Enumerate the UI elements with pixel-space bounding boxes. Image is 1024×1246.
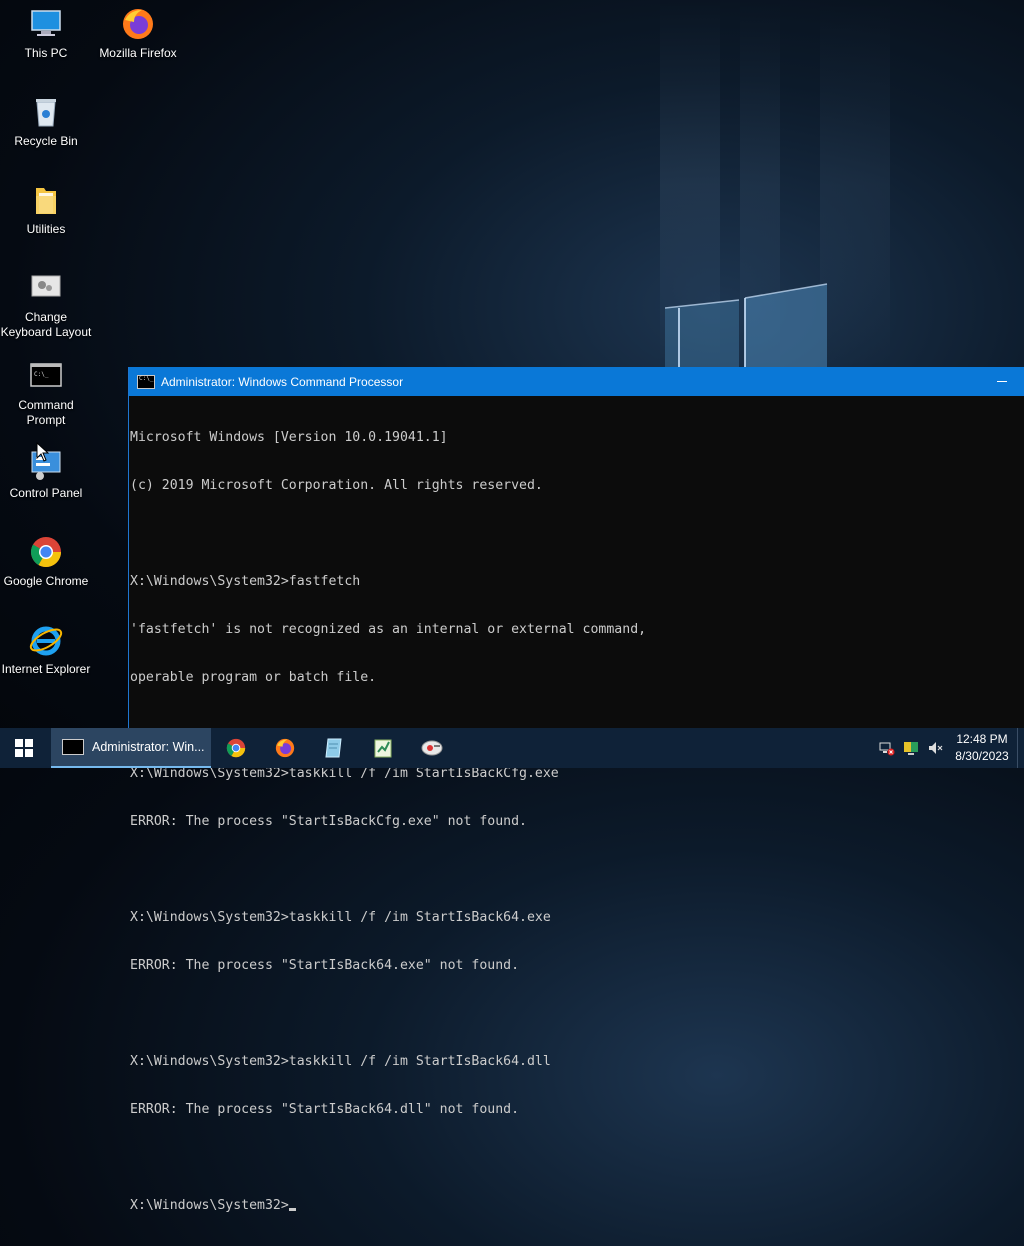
computer-icon [28,6,64,42]
chrome-icon [226,738,245,758]
taskbar-pin-firefox[interactable] [260,728,309,768]
desktop-icon-label: Command Prompt [18,398,74,427]
command-prompt-line[interactable]: X:\Windows\System32> [130,1198,1024,1214]
desktop-icon-label: Mozilla Firefox [99,46,177,60]
chrome-icon [28,534,64,570]
taskbar-item-command-prompt[interactable]: Administrator: Win... [51,728,211,768]
windows-logo-wallpaper [665,283,828,370]
desktop-icon-keyboard-layout[interactable]: Change Keyboard Layout [0,270,92,340]
tray-volume[interactable] [923,728,947,768]
text-cursor [288,1208,296,1211]
taskbar-pin-tool[interactable] [407,728,456,768]
system-tray: 12:48 PM 8/30/2023 [875,728,1024,768]
desktop-icon-this-pc[interactable]: This PC [0,6,92,61]
tray-network[interactable] [875,728,899,768]
firefox-icon [120,6,156,42]
desktop-icon-label: Control Panel [9,486,83,500]
keyboard-settings-icon [28,270,64,306]
clock-time: 12:48 PM [956,732,1008,746]
svg-text:C:\_: C:\_ [34,371,49,378]
desktop-icon-firefox[interactable]: Mozilla Firefox [92,6,184,61]
taskbar-item-label: Administrator: Win... [92,740,205,754]
desktop-icon-label: Recycle Bin [14,134,78,148]
recycle-bin-icon [28,94,64,130]
console-line: Microsoft Windows [Version 10.0.19041.1] [130,430,448,445]
console-line: X:\Windows\System32>taskkill /f /im Star… [130,766,559,781]
paint-icon [374,739,391,758]
internet-explorer-icon [28,622,64,658]
taskbar-pin-chrome[interactable] [211,728,260,768]
console-line: 'fastfetch' is not recognized as an inte… [130,622,647,637]
desktop-icon-label: Google Chrome [3,574,89,588]
console-output[interactable]: Microsoft Windows [Version 10.0.19041.1]… [129,396,1024,1246]
desktop-icon-label: Utilities [26,222,66,236]
command-prompt-icon [137,374,155,389]
console-line: ERROR: The process "StartIsBack64.dll" n… [130,1102,520,1117]
console-line: X:\Windows\System32>taskkill /f /im Star… [130,910,551,925]
desktop-icon-utilities[interactable]: Utilities [0,182,92,237]
window-title: Administrator: Windows Command Processor [161,374,404,389]
folder-icon [28,182,64,218]
clock-date: 8/30/2023 [955,749,1009,763]
volume-muted-icon [929,742,943,754]
tool-icon [421,740,442,756]
firefox-icon [275,738,294,758]
taskbar-clock[interactable]: 12:48 PM 8/30/2023 [947,731,1017,765]
console-line: (c) 2019 Microsoft Corporation. All righ… [130,478,543,493]
desktop-icon-internet-explorer[interactable]: Internet Explorer [0,622,92,677]
tray-display[interactable] [899,728,923,768]
desktop-icon-label: This PC [24,46,68,60]
notepad-icon [324,738,342,758]
console-line: ERROR: The process "StartIsBack64.exe" n… [130,958,520,973]
desktop-icon-label: Internet Explorer [1,662,91,676]
windows-logo-icon [15,739,33,757]
console-line: operable program or batch file. [130,670,377,685]
minimize-button[interactable] [979,367,1024,396]
mouse-cursor-icon [36,442,50,462]
console-line: ERROR: The process "StartIsBackCfg.exe" … [130,814,527,829]
display-icon [904,742,918,755]
network-disconnected-icon [879,742,895,756]
start-button[interactable] [0,728,48,768]
desktop-icon-chrome[interactable]: Google Chrome [0,534,92,589]
command-prompt-icon [62,739,84,755]
show-desktop-button[interactable] [1017,728,1024,768]
window-title-bar[interactable]: Administrator: Windows Command Processor [129,367,1024,396]
taskbar-pin-notepad[interactable] [309,728,358,768]
taskbar: Administrator: Win... 12:48 PM 8/30/2023 [0,728,1024,768]
desktop-icon-command-prompt[interactable]: C:\_ Command Prompt [0,358,92,428]
command-prompt-window[interactable]: Administrator: Windows Command Processor… [128,367,1024,1213]
console-line: X:\Windows\System32>taskkill /f /im Star… [130,1054,551,1069]
desktop-icon-label: Change Keyboard Layout [0,310,92,339]
taskbar-pin-paint[interactable] [358,728,407,768]
console-line: X:\Windows\System32>fastfetch [130,574,361,589]
command-prompt-icon: C:\_ [28,358,64,394]
prompt-text: X:\Windows\System32> [130,1198,289,1213]
desktop-icon-recycle-bin[interactable]: Recycle Bin [0,94,92,149]
